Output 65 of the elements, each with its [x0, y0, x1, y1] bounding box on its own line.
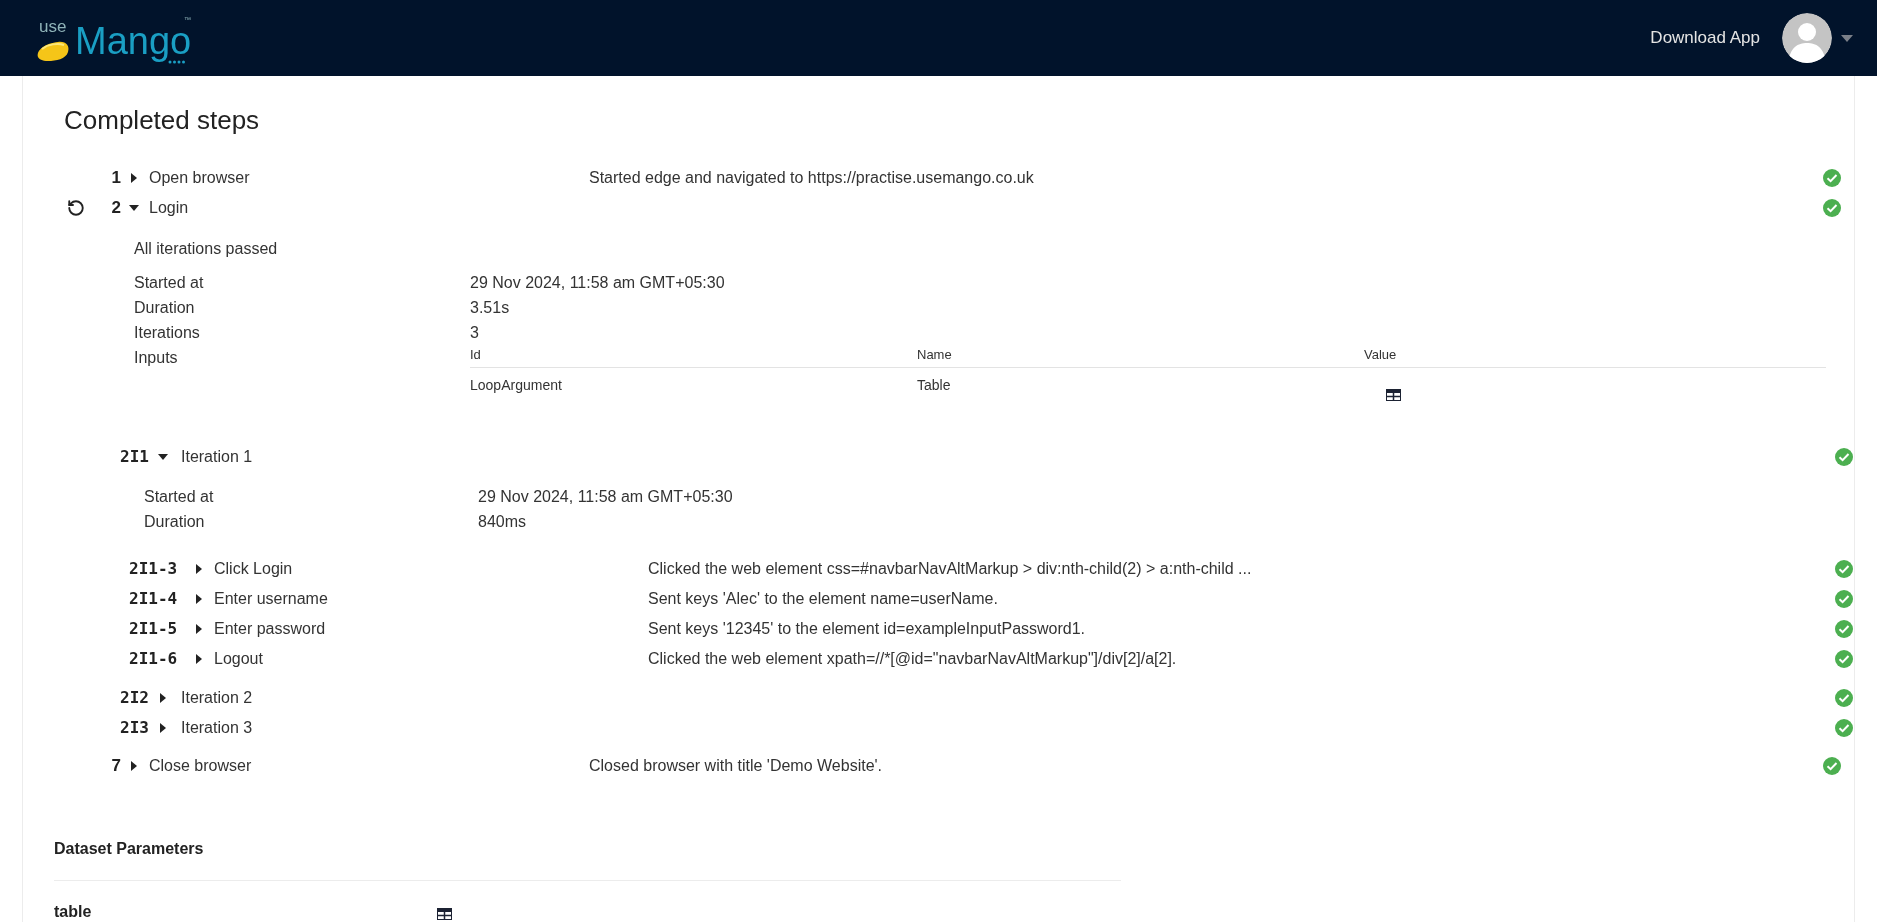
step-title[interactable]: Enter password [214, 617, 648, 641]
step-title[interactable]: Login [149, 196, 589, 220]
caret-down-icon[interactable] [158, 452, 168, 462]
step-title[interactable]: Open browser [149, 166, 589, 190]
step-description: Closed browser with title 'Demo Website'. [589, 756, 884, 776]
step-description: Clicked the web element css=#navbarNavAltMarkup > div:nth-child(2) > a:nth-child ... [648, 559, 1253, 579]
column-header: Id [470, 346, 482, 365]
caret-right-icon[interactable] [158, 723, 168, 733]
detail-value: 3 [470, 322, 479, 343]
step-title[interactable]: Enter username [214, 587, 648, 611]
step-description: Clicked the web element xpath=//*[@id="navbarNavAltMarkup"]/div[2]/a[2]. [648, 649, 1178, 669]
detail-label: Duration [144, 511, 206, 532]
detail-value: 3.51s [470, 297, 510, 318]
step-number: 2I1-3 [129, 558, 179, 580]
detail-label: Started at [144, 486, 215, 507]
logo-text: Mango [75, 22, 192, 60]
step-title[interactable]: Logout [214, 647, 648, 671]
summary-text: All iterations passed [134, 238, 278, 259]
retry-icon[interactable] [67, 199, 85, 217]
logo-prefix: use [39, 18, 67, 35]
detail-value: 29 Nov 2024, 11:58 am GMT+05:30 [470, 272, 725, 293]
caret-right-icon[interactable] [129, 173, 139, 183]
parameter-name: table [54, 902, 93, 922]
caret-right-icon[interactable] [194, 594, 204, 604]
detail-value: 29 Nov 2024, 11:58 am GMT+05:30 [478, 486, 733, 507]
caret-right-icon[interactable] [194, 564, 204, 574]
iteration-title[interactable]: Iteration 1 [181, 445, 1835, 469]
avatar-icon[interactable] [1782, 13, 1832, 63]
caret-right-icon[interactable] [158, 693, 168, 703]
detail-label: Inputs [134, 347, 179, 368]
step-number: 2I1-5 [129, 618, 179, 640]
column-header: Value [1364, 346, 1398, 365]
step-description: Started edge and navigated to https://practise.usemango.co.uk [589, 168, 1035, 188]
iteration-number: 2I2 [120, 687, 150, 709]
column-header: Name [917, 346, 953, 365]
iteration-title[interactable]: Iteration 2 [181, 686, 1835, 710]
mango-icon [36, 40, 70, 62]
step-title[interactable]: Click Login [214, 557, 648, 581]
caret-right-icon[interactable] [194, 624, 204, 634]
step-number: 7 [110, 755, 121, 778]
caret-right-icon[interactable] [194, 654, 204, 664]
table-cell-text: LoopArgument [470, 376, 563, 395]
page-title: Completed steps [64, 104, 261, 137]
detail-label: Duration [134, 297, 196, 318]
caret-right-icon[interactable] [129, 761, 139, 771]
step-number: 1 [110, 167, 121, 190]
step-number: 2 [110, 197, 121, 220]
detail-label: Iterations [134, 322, 201, 343]
table-cell-text: Table [917, 376, 952, 395]
table-icon[interactable] [437, 908, 452, 920]
step-description: Sent keys 'Alec' to the element name=userName. [648, 589, 999, 609]
step-number: 2I1-4 [129, 588, 179, 610]
table-icon[interactable] [1386, 389, 1401, 401]
step-title[interactable]: Close browser [149, 754, 589, 778]
caret-down-icon[interactable] [129, 203, 139, 213]
iteration-title[interactable]: Iteration 3 [181, 716, 1835, 740]
step-number: 2I1-6 [129, 648, 179, 670]
step-description: Sent keys '12345' to the element id=exampleInputPassword1. [648, 619, 1087, 639]
detail-value: 840ms [478, 511, 527, 532]
dots-icon [168, 60, 186, 64]
iteration-number: 2I1 [120, 446, 150, 468]
iteration-number: 2I3 [120, 717, 150, 739]
detail-label: Started at [134, 272, 205, 293]
download-app-link[interactable]: Download App [1650, 25, 1760, 51]
section-title: Dataset Parameters [54, 839, 204, 859]
